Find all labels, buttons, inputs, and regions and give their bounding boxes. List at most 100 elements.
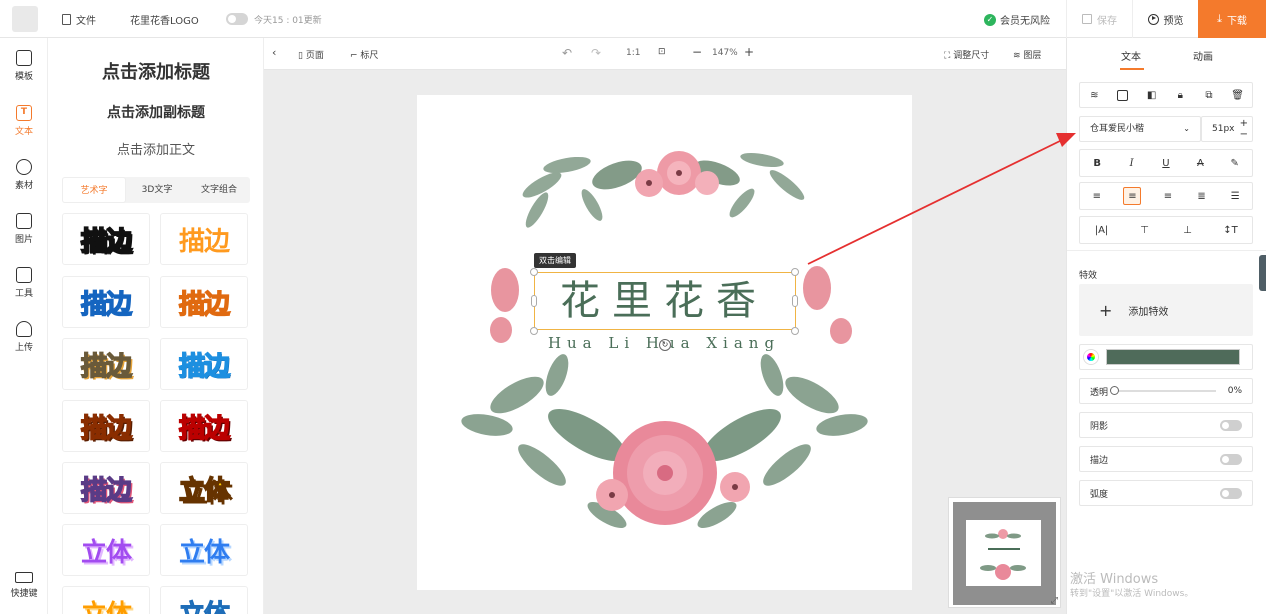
- fit-screen-icon[interactable]: ⊡: [658, 47, 666, 57]
- art-text-tile[interactable]: 描边: [62, 276, 150, 328]
- font-size-input[interactable]: 51px + −: [1201, 116, 1253, 142]
- play-circle-icon: [1147, 13, 1159, 25]
- ruler-button[interactable]: ⌐ 标尺: [350, 48, 378, 61]
- strikethrough-icon[interactable]: A: [1193, 156, 1207, 170]
- shapes-icon: [16, 159, 32, 175]
- art-text-tile[interactable]: 描边: [62, 400, 150, 452]
- properties-panel: 文本 动画 ≋ ◧ 🔒︎ ⧉ 🗑︎ 仓耳爱民小楷 ⌄ 51px + − B I …: [1066, 38, 1266, 614]
- rotate-handle-icon[interactable]: ↻: [659, 339, 671, 351]
- text-panel: 点击添加标题 点击添加副标题 点击添加正文 艺术字 3D文字 文字组合 描边 描…: [48, 38, 264, 614]
- art-text-tile[interactable]: 描边: [160, 400, 248, 452]
- add-body-button[interactable]: 点击添加正文: [48, 139, 263, 158]
- art-text-tile[interactable]: 立体: [62, 524, 150, 576]
- nav-item-material[interactable]: 素材: [0, 159, 48, 191]
- tab-3d-text[interactable]: 3D文字: [126, 177, 188, 203]
- page-button[interactable]: ▯ 页面: [298, 48, 324, 61]
- layers-button[interactable]: ≋ 图层: [1013, 48, 1041, 61]
- art-text-tile[interactable]: 描边: [62, 213, 150, 265]
- chevron-down-icon: ⌄: [1183, 124, 1190, 133]
- preview-button[interactable]: 预览: [1132, 0, 1198, 38]
- redo-icon[interactable]: ↷: [591, 46, 601, 60]
- side-feedback-tab[interactable]: [1259, 255, 1266, 291]
- art-text-tile[interactable]: 立体: [62, 586, 150, 614]
- autosave-toggle[interactable]: [226, 13, 248, 25]
- color-wheel-icon[interactable]: [1084, 350, 1098, 364]
- undo-icon[interactable]: ↶: [562, 46, 572, 60]
- zoom-in-icon[interactable]: +: [744, 45, 754, 59]
- nav-item-tools[interactable]: 工具: [0, 267, 48, 299]
- text-spacing-toolbar: |A| ⊤ ⊥ ↕T: [1079, 216, 1253, 244]
- nav-item-image[interactable]: 图片: [0, 213, 48, 245]
- opacity-slider-knob[interactable]: [1110, 386, 1120, 395]
- app-logo[interactable]: [12, 6, 38, 32]
- add-title-button[interactable]: 点击添加标题: [48, 58, 263, 84]
- align-top-icon[interactable]: ⊤: [1138, 223, 1152, 237]
- flip-icon[interactable]: ◧: [1146, 90, 1157, 101]
- art-text-tile[interactable]: 描边: [62, 462, 150, 514]
- nav-item-text[interactable]: T 文本: [0, 105, 48, 137]
- vertical-text-icon[interactable]: ↕T: [1223, 223, 1238, 237]
- nav-item-upload[interactable]: 上传: [0, 321, 48, 353]
- member-risk-status[interactable]: ✓ 会员无风险: [984, 12, 1050, 27]
- nav-item-template[interactable]: 模板: [0, 50, 48, 82]
- add-effect-button[interactable]: + 添加特效: [1079, 284, 1253, 336]
- tab-art-text[interactable]: 艺术字: [62, 177, 126, 203]
- left-nav: 模板 T 文本 素材 图片 工具 上传 快捷键: [0, 38, 48, 614]
- distribute-icon[interactable]: ☰: [1228, 189, 1242, 203]
- align-middle-icon[interactable]: ⊥: [1181, 223, 1195, 237]
- ratio-button[interactable]: 1:1: [626, 48, 640, 58]
- bold-icon[interactable]: B: [1090, 156, 1104, 170]
- trash-icon[interactable]: 🗑︎: [1231, 90, 1244, 101]
- align-center-icon[interactable]: ≡: [1123, 187, 1142, 205]
- justify-icon[interactable]: ≣: [1195, 189, 1209, 203]
- minimap-expand-icon[interactable]: ⤢: [1051, 596, 1058, 606]
- shirt-icon: [16, 50, 32, 66]
- letter-spacing-icon[interactable]: |A|: [1095, 223, 1109, 237]
- layer-order-icon[interactable]: ≋: [1089, 90, 1100, 101]
- group-icon[interactable]: [1117, 89, 1129, 101]
- art-text-tile[interactable]: 立体: [160, 586, 248, 614]
- edit-tooltip: 双击编辑: [534, 253, 576, 268]
- duplicate-icon[interactable]: ⧉: [1203, 90, 1214, 101]
- italic-icon[interactable]: I: [1125, 156, 1139, 170]
- tab-text-props[interactable]: 文本: [1121, 48, 1141, 63]
- align-left-icon[interactable]: ≡: [1090, 189, 1104, 203]
- logo-title-text[interactable]: 花里花香: [534, 268, 794, 326]
- file-menu-button[interactable]: 文件: [62, 12, 96, 27]
- nav-item-shortcuts[interactable]: 快捷键: [0, 572, 48, 599]
- font-size-increase-icon[interactable]: +: [1240, 119, 1248, 129]
- art-text-tile[interactable]: 描边: [160, 276, 248, 328]
- art-text-tile[interactable]: 描边: [160, 338, 248, 390]
- minimap[interactable]: ⤢: [948, 497, 1061, 608]
- panel-divider: [1067, 250, 1266, 251]
- lock-icon[interactable]: 🔒︎: [1175, 90, 1186, 101]
- save-button[interactable]: 保存: [1066, 0, 1132, 38]
- art-text-tile[interactable]: 描边: [160, 213, 248, 265]
- underline-icon[interactable]: U: [1159, 156, 1173, 170]
- collapse-panel-icon[interactable]: ‹: [272, 46, 276, 59]
- align-right-icon[interactable]: ≡: [1161, 189, 1175, 203]
- art-text-tile[interactable]: 立体: [160, 524, 248, 576]
- stroke-toggle[interactable]: [1220, 453, 1242, 465]
- project-name[interactable]: 花里花香LOGO: [130, 12, 199, 27]
- opacity-slider[interactable]: [1110, 386, 1216, 395]
- font-size-decrease-icon[interactable]: −: [1240, 130, 1248, 140]
- tab-animation[interactable]: 动画: [1193, 48, 1213, 63]
- save-icon: [1082, 14, 1092, 24]
- tab-text-combo[interactable]: 文字组合: [188, 177, 250, 203]
- text-color-swatch[interactable]: [1106, 349, 1240, 365]
- clear-format-icon[interactable]: ✎: [1228, 156, 1242, 170]
- art-text-tile[interactable]: 描边: [62, 338, 150, 390]
- zoom-out-icon[interactable]: −: [692, 45, 702, 59]
- font-family-select[interactable]: 仓耳爱民小楷 ⌄: [1079, 116, 1201, 142]
- art-text-tile[interactable]: 立体: [160, 462, 248, 514]
- curve-toggle[interactable]: [1220, 487, 1242, 499]
- download-button[interactable]: ⤓ 下载: [1198, 0, 1266, 38]
- canvas-toolbar: ‹ ▯ 页面 ⌐ 标尺 ↶ ↷ 1:1 ⊡ − 147% + ⛶ 调整尺寸 ≋ …: [264, 38, 1066, 70]
- windows-watermark: 激活 Windows: [1070, 572, 1159, 587]
- windows-watermark-sub: 转到"设置"以激活 Windows。: [1070, 589, 1194, 599]
- resize-button[interactable]: ⛶ 调整尺寸: [944, 48, 989, 61]
- shadow-toggle[interactable]: [1220, 419, 1242, 431]
- ruler-icon: ⌐: [350, 51, 358, 61]
- add-subtitle-button[interactable]: 点击添加副标题: [48, 102, 263, 122]
